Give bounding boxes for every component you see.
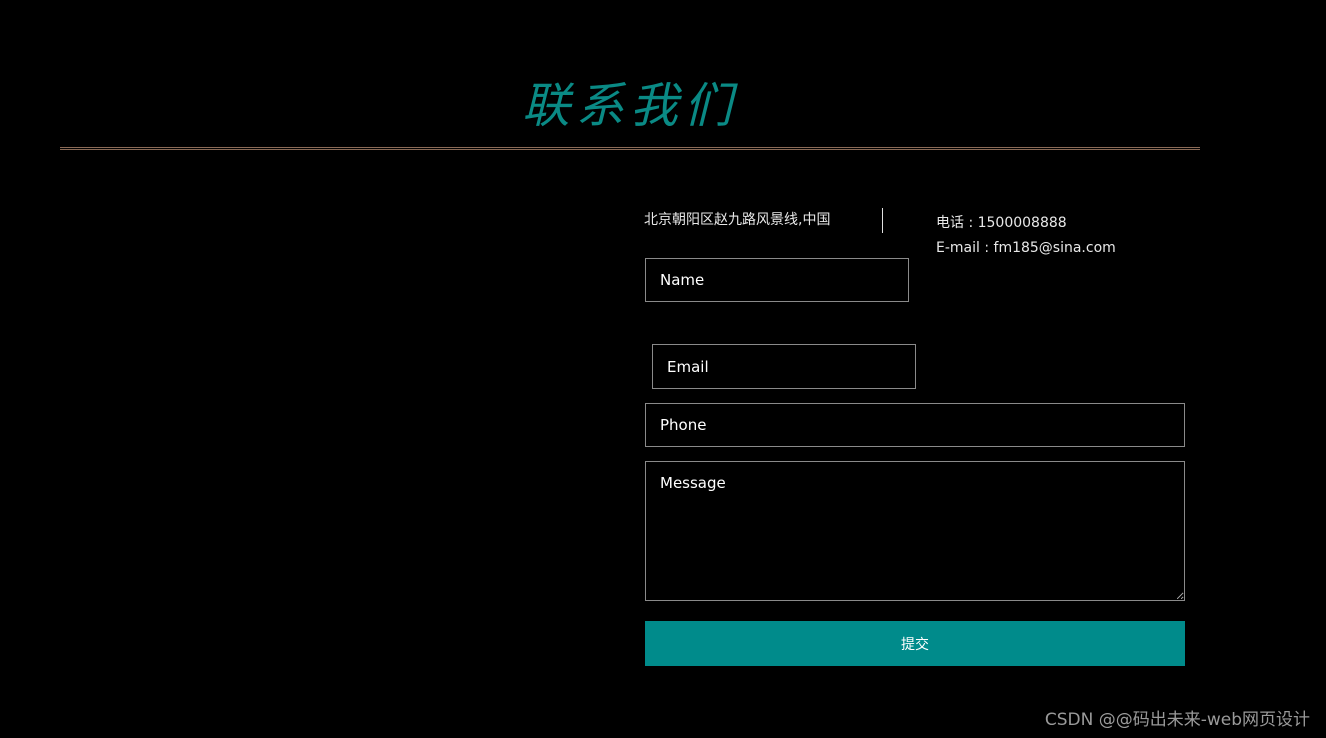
info-divider — [882, 208, 883, 233]
watermark-text: CSDN @@码出未来-web网页设计 — [1044, 710, 1310, 730]
message-textarea[interactable] — [645, 461, 1185, 601]
address-text: 北京朝阳区赵九路风景线,中国 — [644, 212, 831, 228]
email-input[interactable] — [652, 344, 916, 389]
phone-input[interactable] — [645, 403, 1185, 447]
title-divider — [60, 147, 1200, 150]
phone-text: 电话 : 1500008888 — [936, 215, 1067, 231]
name-input[interactable] — [645, 258, 909, 302]
email-text: E-mail : fm185@sina.com — [936, 240, 1116, 256]
submit-button[interactable]: 提交 — [645, 621, 1185, 666]
page-title: 联系我们 — [521, 78, 738, 134]
contact-info: 电话 : 1500008888 E-mail : fm185@sina.com — [936, 211, 1116, 261]
